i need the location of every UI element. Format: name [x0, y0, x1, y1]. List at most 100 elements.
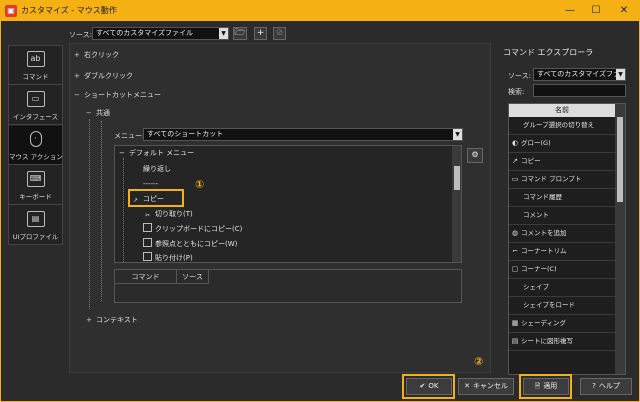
column-header-name[interactable]: 名前 [509, 104, 615, 117]
nav-item-mouse-action[interactable]: · マウス アクション [9, 126, 63, 165]
menu-properties-icon[interactable]: ⚙ [467, 148, 483, 163]
explorer-list: 名前 グループ選択の切り替え ◐ グロー(G) ↗ コピー ▭ コマンド プロンプト … [508, 103, 626, 375]
shading-icon: ▦ [511, 319, 519, 327]
tree-double-click[interactable]: + ダブルクリック [74, 71, 133, 81]
explorer-item[interactable]: ⌐ コーナートリム [509, 243, 615, 261]
nav-item-keyboard[interactable]: ⌨ キーボード [9, 166, 62, 205]
explorer-item[interactable]: ◍ コメントを追加 [509, 225, 615, 243]
explorer-source-label: ソース: [508, 72, 532, 80]
tree-context[interactable]: + コンテキスト [86, 315, 138, 325]
nav-label: コマンド [22, 73, 49, 81]
item-label: グロー(G) [521, 139, 551, 147]
item-label: コマンド プロンプト [521, 175, 582, 183]
column-header-source[interactable]: ソース [177, 270, 209, 284]
menu-label: メニュー: [114, 132, 145, 140]
explorer-item[interactable]: ▦ シェーディング [509, 315, 615, 333]
tree-right-click[interactable]: + 右クリック [74, 50, 119, 60]
menu-item-label: 切り取り(T) [155, 210, 193, 218]
explorer-source-value: すべてのカスタマイズファイル [537, 70, 617, 78]
clipboard-copy-icon [143, 223, 152, 232]
annotation-marker-1: ① [195, 178, 205, 191]
explorer-title: コマンド エクスプローラ [503, 48, 594, 57]
explorer-source-dropdown[interactable]: すべてのカスタマイズファイル ▼ [533, 68, 626, 81]
tree-connector [89, 119, 90, 309]
tree-shortcut-menu[interactable]: − ショートカットメニュー [74, 90, 161, 100]
menu-dropdown[interactable]: すべてのショートカット ▼ [143, 128, 463, 141]
ui-profile-icon: ▤ [26, 211, 45, 227]
corner-trim-icon: ⌐ [512, 247, 518, 255]
menu-item-paste[interactable]: 貼り付け(P) [143, 252, 193, 262]
explorer-item[interactable]: ↗ コピー [509, 153, 615, 171]
nav-item-command[interactable]: ab コマンド [9, 46, 62, 85]
menu-item-cut[interactable]: ✂ 切り取り(T) [143, 208, 193, 221]
copy-highlight-box [128, 189, 184, 207]
command-explorer: コマンド エクスプローラ ソース: すべてのカスタマイズファイル ▼ 検索: 名… [499, 43, 635, 375]
item-label: コマンド履歴 [523, 193, 562, 201]
nav-label: キーボード [19, 193, 52, 201]
chevron-down-icon: ▼ [219, 28, 228, 39]
explorer-scrollbar[interactable] [615, 104, 625, 374]
maximize-button[interactable]: ☐ [585, 3, 607, 19]
item-label: シェーディング [521, 319, 567, 327]
close-button[interactable]: ✕ [613, 3, 635, 19]
source-label: ソース: [69, 31, 93, 39]
menu-item-repeat[interactable]: 繰り返し [143, 163, 171, 176]
menu-item-label: 参照点とともにコピー(W) [155, 240, 238, 248]
add-icon[interactable]: + [254, 27, 267, 40]
comment-icon: ◍ [511, 229, 519, 237]
explorer-item[interactable]: ▢ コーナー(C) [509, 261, 615, 279]
nav-item-ui-profile[interactable]: ▤ UIプロファイル [9, 206, 62, 245]
item-label: コピー [521, 157, 541, 165]
menu-item-clipboard-copy[interactable]: クリップボードにコピー(C) [143, 223, 242, 236]
explorer-item[interactable]: コメント [509, 207, 615, 225]
copy-base-icon [143, 238, 152, 247]
tree-connector [101, 121, 102, 301]
explorer-item[interactable]: コマンド履歴 [509, 189, 615, 207]
apply-highlight-box [519, 374, 572, 399]
scrollbar-thumb[interactable] [454, 166, 460, 190]
keyboard-icon: ⌨ [26, 171, 45, 187]
chevron-down-icon: ▼ [616, 69, 625, 80]
tree-label: デフォルト メニュー [128, 149, 195, 157]
item-label: コメントを追加 [521, 229, 567, 237]
remove-icon[interactable]: ⊘ [273, 27, 286, 40]
explorer-item[interactable]: ▭ コマンド プロンプト [509, 171, 615, 189]
chevron-down-icon: ▼ [453, 129, 462, 140]
scrollbar-thumb[interactable] [617, 117, 623, 202]
cut-icon: ✂ [144, 212, 151, 219]
sheet-copy-icon: ▤ [511, 337, 519, 345]
cancel-button[interactable]: ✕ キャンセル [458, 378, 514, 395]
menu-item-label: 貼り付け(P) [155, 254, 193, 262]
tree-default-menu[interactable]: − デフォルト メニュー [119, 147, 194, 160]
paste-icon [143, 252, 152, 261]
menu-item-copy-base[interactable]: 参照点とともにコピー(W) [143, 238, 237, 251]
item-label: コーナー(C) [521, 265, 557, 273]
explorer-item[interactable]: シェイプ [509, 279, 615, 297]
open-file-icon[interactable]: 🗁 [233, 27, 247, 40]
item-label: シェイプをロード [523, 301, 575, 309]
category-nav: ab コマンド ▭ インタフェース · マウス アクション ⌨ キーボード ▤ … [8, 45, 63, 245]
tree-common[interactable]: − 共通 [86, 108, 110, 118]
window-title: カスタマイズ - マウス動作 [21, 6, 117, 15]
explorer-item[interactable]: ◐ グロー(G) [509, 135, 615, 153]
explorer-item[interactable]: シェイプをロード [509, 297, 615, 315]
button-label: ヘルプ [598, 382, 620, 390]
help-button[interactable]: ? ヘルプ [580, 378, 632, 395]
minimize-button[interactable]: — [559, 3, 581, 19]
button-label: キャンセル [472, 382, 508, 390]
title-bar: ▣ カスタマイズ - マウス動作 — ☐ ✕ [1, 1, 639, 21]
explorer-item[interactable]: ▤ シートに図形複写 [509, 333, 615, 351]
item-label: シェイプ [523, 283, 549, 291]
nav-item-interface[interactable]: ▭ インタフェース [9, 86, 62, 125]
corner-icon: ▢ [511, 265, 519, 273]
explorer-item[interactable]: グループ選択の切り替え [509, 117, 615, 135]
tree-label: コンテキスト [96, 316, 138, 324]
source-dropdown[interactable]: すべてのカスタマイズファイル ▼ [92, 27, 229, 40]
tree-label: ダブルクリック [84, 72, 133, 80]
item-label: シートに図形複写 [521, 337, 573, 345]
tree-label: 右クリック [84, 51, 119, 59]
menu-tree-scrollbar[interactable] [452, 146, 461, 262]
explorer-search-input[interactable] [533, 84, 626, 97]
tree-connector [123, 158, 124, 262]
column-header-command[interactable]: コマンド [115, 270, 177, 284]
